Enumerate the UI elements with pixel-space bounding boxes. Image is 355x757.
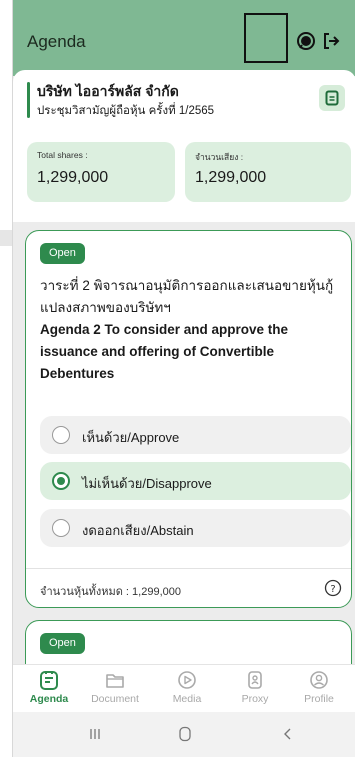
bottom-navigation: Agenda Document Media Proxy Profile xyxy=(13,664,355,712)
agenda-title-en: Agenda 2 To consider and approve the iss… xyxy=(40,322,289,381)
nav-label: Proxy xyxy=(241,693,269,705)
accent-bar xyxy=(27,82,30,118)
nav-item-document[interactable]: Document xyxy=(81,669,149,711)
stat-value: 1,299,000 xyxy=(195,169,267,186)
help-icon[interactable]: ? xyxy=(324,579,342,597)
profile-icon xyxy=(310,671,328,689)
total-shares-stat: Total shares : 1,299,000 xyxy=(27,142,175,202)
nav-label: Agenda xyxy=(29,693,69,705)
status-badge: Open xyxy=(40,243,85,264)
focus-highlight-box xyxy=(244,13,288,63)
phone-screen: Agenda บริษัท ไออาร์พลัส จำกัด ประชุมวิส… xyxy=(12,0,355,757)
nav-item-agenda[interactable]: Agenda xyxy=(15,669,83,711)
radio-button[interactable] xyxy=(52,426,70,444)
stat-label: Total shares : xyxy=(37,150,88,160)
play-icon xyxy=(178,671,196,689)
nav-item-proxy[interactable]: Proxy xyxy=(221,669,289,711)
vote-option-disapprove[interactable]: ไม่เห็นด้วย/Disapprove xyxy=(40,462,351,500)
vote-option-abstain[interactable]: งดออกเสียง/Abstain xyxy=(40,509,351,547)
chat-icon[interactable] xyxy=(295,30,317,52)
divider xyxy=(26,568,351,569)
page-title: Agenda xyxy=(27,32,86,51)
nav-label: Media xyxy=(172,693,202,705)
company-name: บริษัท ไออาร์พลัส จำกัด xyxy=(37,83,179,99)
nav-label: Document xyxy=(91,693,139,705)
home-icon[interactable] xyxy=(175,724,195,744)
recent-apps-icon[interactable] xyxy=(85,724,105,744)
votes-stat: จำนวนเสียง : 1,299,000 xyxy=(185,142,351,202)
document-icon xyxy=(325,90,339,106)
document-button[interactable] xyxy=(319,85,345,111)
svg-text:?: ? xyxy=(330,584,335,595)
nav-label: Profile xyxy=(304,693,334,705)
agenda-description: วาระที่ 2 พิจารณาอนุมัติการออกและเสนอขาย… xyxy=(40,275,346,385)
stat-value: 1,299,000 xyxy=(37,169,109,186)
radio-button[interactable] xyxy=(52,519,70,537)
nav-item-media[interactable]: Media xyxy=(153,669,221,711)
back-icon[interactable] xyxy=(278,724,298,744)
logout-icon[interactable] xyxy=(320,30,342,52)
agenda-card: Open วาระที่ 2 พิจารณาอนุมัติการออกและเส… xyxy=(25,230,352,608)
proxy-icon xyxy=(248,671,262,689)
nav-item-profile[interactable]: Profile xyxy=(285,669,353,711)
option-label: งดออกเสียง/Abstain xyxy=(82,523,194,538)
meeting-name: ประชุมวิสามัญผู้ถือหุ้น ครั้งที่ 1/2565 xyxy=(37,105,215,117)
background-strip xyxy=(0,230,12,246)
total-shares-text: จำนวนหุ้นทั้งหมด : 1,299,000 xyxy=(40,586,181,598)
agenda-icon xyxy=(40,671,58,690)
agenda-title-th: วาระที่ 2 พิจารณาอนุมัติการออกและเสนอขาย… xyxy=(40,278,334,315)
folder-icon xyxy=(106,674,124,688)
vote-option-approve[interactable]: เห็นด้วย/Approve xyxy=(40,416,351,454)
app-bar: Agenda xyxy=(13,0,355,76)
company-card: บริษัท ไออาร์พลัส จำกัด ประชุมวิสามัญผู้… xyxy=(13,70,355,222)
status-badge: Open xyxy=(40,633,85,654)
system-navigation-bar xyxy=(13,712,355,757)
option-label: ไม่เห็นด้วย/Disapprove xyxy=(82,476,212,491)
stat-label: จำนวนเสียง : xyxy=(195,152,244,162)
radio-button-selected[interactable] xyxy=(52,472,70,490)
background-left xyxy=(0,0,12,757)
option-label: เห็นด้วย/Approve xyxy=(82,430,180,445)
